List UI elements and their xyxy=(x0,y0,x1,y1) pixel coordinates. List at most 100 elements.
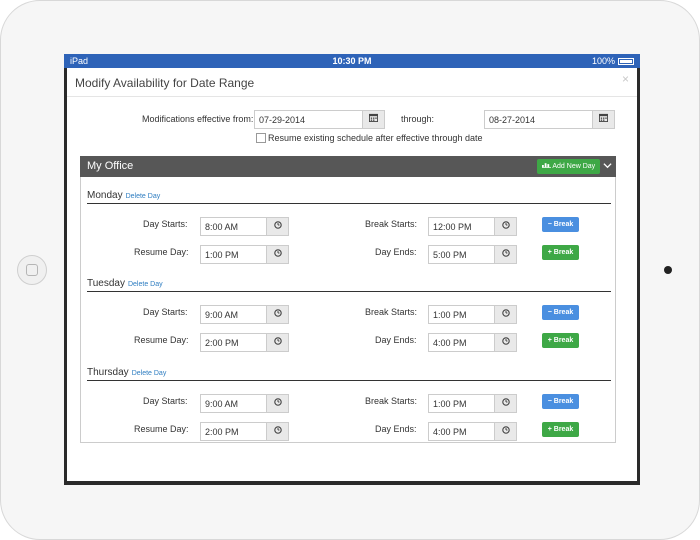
remove-break-button[interactable]: − Break xyxy=(542,394,579,409)
remove-break-label: Break xyxy=(553,309,574,316)
clock-icon[interactable] xyxy=(266,218,288,235)
effective-from-input[interactable]: 07-29-2014 xyxy=(254,110,385,129)
calendar-add-icon xyxy=(541,163,551,168)
home-button[interactable] xyxy=(17,255,47,285)
clock-icon[interactable] xyxy=(494,395,516,412)
delete-day-link[interactable]: Delete Day xyxy=(132,370,167,377)
break-starts-label: Break Starts: xyxy=(365,396,418,406)
remove-break-button[interactable]: − Break xyxy=(542,305,579,320)
battery-indicator: 100% xyxy=(592,56,634,66)
day-starts-label: Day Starts: xyxy=(143,396,188,406)
remove-break-button[interactable]: − Break xyxy=(542,217,579,232)
break-starts-input[interactable]: 1:00 PM xyxy=(428,305,517,324)
day-ends-value: 5:00 PM xyxy=(433,250,467,260)
clock-icon[interactable] xyxy=(494,334,516,351)
day-ends-input[interactable]: 4:00 PM xyxy=(428,333,517,352)
day-starts-input[interactable]: 8:00 AM xyxy=(200,217,289,236)
clock-icon[interactable] xyxy=(266,334,288,351)
camera-icon xyxy=(664,266,672,274)
add-break-button[interactable]: + Break xyxy=(542,333,579,348)
add-new-day-button[interactable]: Add New Day xyxy=(537,159,600,174)
day-name: Monday xyxy=(87,190,123,201)
day-title: Thursday Delete Day xyxy=(87,367,166,378)
day-starts-input[interactable]: 9:00 AM xyxy=(200,305,289,324)
day-title: Tuesday Delete Day xyxy=(87,278,163,289)
day-starts-label: Day Starts: xyxy=(143,219,188,229)
clock-icon[interactable] xyxy=(494,306,516,323)
day-starts-value: 9:00 AM xyxy=(205,399,239,409)
office-header: My Office Add New Day xyxy=(80,156,616,177)
plus-icon: + xyxy=(547,249,552,256)
resume-day-input[interactable]: 1:00 PM xyxy=(200,245,289,264)
day-starts-label: Day Starts: xyxy=(143,307,188,317)
plus-icon: + xyxy=(547,337,552,344)
day-divider xyxy=(87,380,611,381)
resume-day-label: Resume Day: xyxy=(134,247,189,257)
day-starts-value: 8:00 AM xyxy=(205,222,239,232)
clock-icon[interactable] xyxy=(494,423,516,440)
add-break-button[interactable]: + Break xyxy=(542,422,579,437)
day-starts-value: 9:00 AM xyxy=(205,310,239,320)
minus-icon: − xyxy=(547,398,552,405)
break-starts-value: 1:00 PM xyxy=(433,399,467,409)
day-ends-label: Day Ends: xyxy=(375,424,417,434)
status-bar: iPad 10:30 PM 100% xyxy=(64,54,640,68)
add-break-label: Break xyxy=(553,426,574,433)
resume-schedule-label: Resume existing schedule after effective… xyxy=(268,133,483,143)
break-starts-label: Break Starts: xyxy=(365,307,418,317)
calendar-icon[interactable] xyxy=(362,111,384,128)
day-title: Monday Delete Day xyxy=(87,190,160,201)
resume-day-value: 2:00 PM xyxy=(205,338,239,348)
through-label: through: xyxy=(401,114,435,124)
office-title: My Office xyxy=(87,160,134,172)
clock-icon[interactable] xyxy=(266,246,288,263)
day-name: Tuesday xyxy=(87,278,125,289)
through-value: 08-27-2014 xyxy=(489,115,536,125)
resume-day-value: 2:00 PM xyxy=(205,427,239,437)
break-starts-input[interactable]: 12:00 PM xyxy=(428,217,517,236)
day-starts-input[interactable]: 9:00 AM xyxy=(200,394,289,413)
screen: iPad 10:30 PM 100% Modify Availability f… xyxy=(64,54,640,485)
availability-modal: Modify Availability for Date Range × Mod… xyxy=(67,68,637,481)
minus-icon: − xyxy=(547,309,552,316)
clock-icon[interactable] xyxy=(266,306,288,323)
through-input[interactable]: 08-27-2014 xyxy=(484,110,615,129)
break-starts-input[interactable]: 1:00 PM xyxy=(428,394,517,413)
add-new-day-label: Add New Day xyxy=(552,163,596,170)
resume-schedule-checkbox[interactable] xyxy=(256,133,266,143)
plus-icon: + xyxy=(547,426,552,433)
effective-from-value: 07-29-2014 xyxy=(259,115,306,125)
day-name: Thursday xyxy=(87,367,129,378)
remove-break-label: Break xyxy=(553,398,574,405)
battery-icon xyxy=(618,58,634,65)
resume-day-label: Resume Day: xyxy=(134,335,189,345)
day-ends-label: Day Ends: xyxy=(375,335,417,345)
effective-from-label: Modifications effective from: xyxy=(142,114,254,124)
break-starts-value: 1:00 PM xyxy=(433,310,467,320)
close-icon[interactable]: × xyxy=(622,72,629,86)
day-ends-input[interactable]: 4:00 PM xyxy=(428,422,517,441)
clock-icon[interactable] xyxy=(266,423,288,440)
break-starts-value: 12:00 PM xyxy=(433,222,472,232)
add-break-button[interactable]: + Break xyxy=(542,245,579,260)
day-divider xyxy=(87,203,611,204)
battery-label: 100% xyxy=(591,56,615,66)
delete-day-link[interactable]: Delete Day xyxy=(126,193,161,200)
chevron-down-icon[interactable] xyxy=(603,158,612,173)
day-divider xyxy=(87,291,611,292)
day-ends-input[interactable]: 5:00 PM xyxy=(428,245,517,264)
resume-day-value: 1:00 PM xyxy=(205,250,239,260)
day-ends-label: Day Ends: xyxy=(375,247,417,257)
delete-day-link[interactable]: Delete Day xyxy=(128,281,163,288)
clock-icon[interactable] xyxy=(266,395,288,412)
day-ends-value: 4:00 PM xyxy=(433,338,467,348)
divider xyxy=(67,96,637,97)
calendar-icon[interactable] xyxy=(592,111,614,128)
clock-icon[interactable] xyxy=(494,246,516,263)
remove-break-label: Break xyxy=(553,221,574,228)
minus-icon: − xyxy=(547,221,552,228)
clock-icon[interactable] xyxy=(494,218,516,235)
office-panel: Monday Delete Day Day Starts: 8:00 AM Bre… xyxy=(80,177,616,443)
resume-day-input[interactable]: 2:00 PM xyxy=(200,333,289,352)
resume-day-input[interactable]: 2:00 PM xyxy=(200,422,289,441)
